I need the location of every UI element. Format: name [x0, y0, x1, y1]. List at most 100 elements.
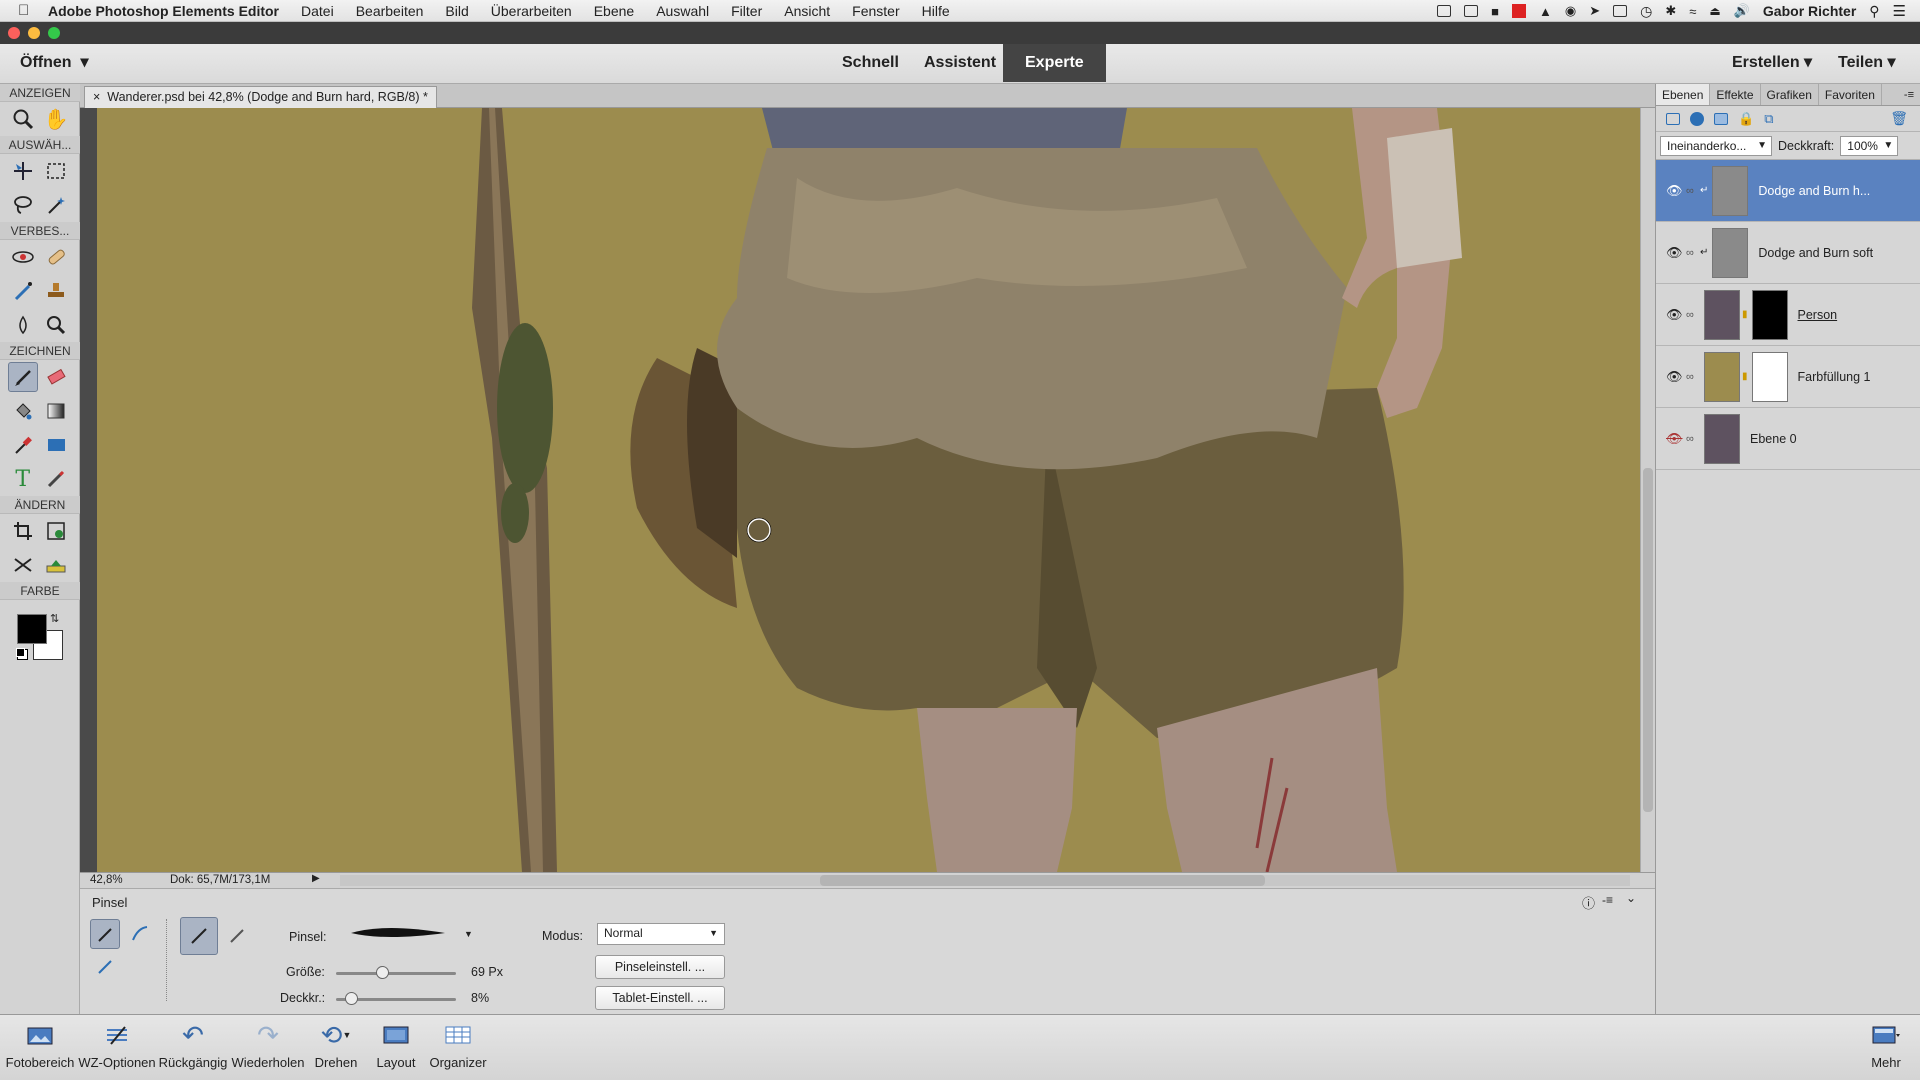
- image-canvas[interactable]: [97, 108, 1640, 872]
- shape-tool-icon[interactable]: [41, 430, 71, 460]
- link-icon[interactable]: ∞: [1686, 309, 1700, 321]
- smart-brush-tool-icon[interactable]: [8, 276, 38, 306]
- status-icon[interactable]: [1437, 5, 1452, 17]
- bluetooth-icon[interactable]: ✱: [1665, 3, 1676, 19]
- organizer-button[interactable]: Organizer: [426, 1015, 490, 1080]
- airbrush-off-icon[interactable]: [180, 917, 218, 955]
- menu-fenster[interactable]: Fenster: [852, 3, 899, 19]
- link-icon[interactable]: ∞: [1686, 371, 1700, 383]
- move-tool-icon[interactable]: [8, 156, 38, 186]
- default-colors-icon[interactable]: [16, 648, 25, 657]
- menu-filter[interactable]: Filter: [731, 3, 762, 19]
- canvas-vertical-scrollbar[interactable]: [1640, 108, 1655, 872]
- marquee-tool-icon[interactable]: [41, 156, 71, 186]
- pencil-tool-icon[interactable]: [41, 464, 71, 494]
- type-tool-icon[interactable]: T: [8, 464, 38, 494]
- visibility-eye-icon[interactable]: 👁: [1666, 369, 1686, 385]
- notification-center-icon[interactable]: ☰: [1893, 2, 1906, 20]
- new-layer-icon[interactable]: [1666, 112, 1680, 125]
- vertical-scroll-thumb[interactable]: [1643, 468, 1653, 812]
- new-adjustment-layer-icon[interactable]: [1690, 111, 1704, 126]
- lasso-tool-icon[interactable]: [8, 190, 38, 220]
- visibility-eye-icon[interactable]: 👁: [1666, 307, 1686, 323]
- menu-ueberarbeiten[interactable]: Überarbeiten: [491, 3, 572, 19]
- brush-settings-button[interactable]: Pinseleinstell. ...: [595, 955, 725, 979]
- recompose-tool-icon[interactable]: [41, 516, 71, 546]
- zoom-tool-icon[interactable]: [8, 104, 38, 134]
- share-menu-button[interactable]: Teilen ▾: [1838, 44, 1896, 82]
- eraser-tool-icon[interactable]: [41, 362, 71, 392]
- content-aware-move-tool-icon[interactable]: [8, 550, 38, 580]
- link-icon[interactable]: ∞: [1686, 247, 1700, 259]
- photo-bin-button[interactable]: Fotobereich: [4, 1015, 76, 1080]
- user-name[interactable]: Gabor Richter: [1763, 3, 1856, 19]
- lock-icon[interactable]: 🔒: [1738, 111, 1754, 127]
- menu-ansicht[interactable]: Ansicht: [784, 3, 830, 19]
- delete-layer-icon[interactable]: 🗑: [1890, 110, 1908, 127]
- rotate-button[interactable]: ⟲ ▼ Drehen: [306, 1015, 366, 1080]
- airbrush-icon[interactable]: [222, 921, 252, 951]
- add-mask-icon[interactable]: [1714, 112, 1728, 125]
- app-menu[interactable]: Adobe Photoshop Elements Editor: [48, 3, 279, 19]
- mode-assistent[interactable]: Assistent: [924, 44, 996, 82]
- blend-mode-dropdown[interactable]: Ineinanderko... ▼: [1660, 135, 1772, 156]
- mode-experte[interactable]: Experte: [1003, 44, 1106, 82]
- layer-row[interactable]: 👁 ∞ ▮ Farbfüllung 1: [1656, 346, 1920, 408]
- more-button[interactable]: Mehr: [1858, 1015, 1914, 1080]
- brush-preset-picker[interactable]: [345, 921, 455, 945]
- visibility-eye-icon[interactable]: 👁: [1666, 245, 1686, 261]
- zoom-level[interactable]: 42,8%: [90, 874, 123, 886]
- wifi-icon[interactable]: ≈: [1689, 4, 1696, 19]
- zoom-window-button[interactable]: [48, 27, 60, 39]
- impressionist-brush-icon[interactable]: [125, 919, 155, 949]
- eject-icon[interactable]: ⏏: [1709, 4, 1720, 18]
- menu-datei[interactable]: Datei: [301, 3, 334, 19]
- close-window-button[interactable]: [8, 27, 20, 39]
- tablet-settings-button[interactable]: Tablet-Einstell. ...: [595, 986, 725, 1010]
- hand-tool-icon[interactable]: ✋: [41, 104, 71, 134]
- tool-options-button[interactable]: WZ-Optionen: [76, 1015, 158, 1080]
- horizontal-scroll-thumb[interactable]: [820, 875, 1265, 886]
- layer-row[interactable]: 👁 ∞ ↵ Dodge and Burn soft: [1656, 222, 1920, 284]
- foreground-color-swatch[interactable]: [17, 614, 47, 644]
- collapse-options-icon[interactable]: ⌄: [1626, 891, 1636, 905]
- document-tab[interactable]: × Wanderer.psd bei 42,8% (Dodge and Burn…: [84, 86, 437, 108]
- menu-ebene[interactable]: Ebene: [594, 3, 634, 19]
- options-menu-icon[interactable]: -≡: [1602, 893, 1613, 907]
- status-icon[interactable]: ▲: [1539, 4, 1552, 19]
- swap-colors-icon[interactable]: ⇅: [50, 612, 59, 625]
- brush-mode-icon[interactable]: [90, 919, 120, 949]
- mode-dropdown[interactable]: Normal ▼: [597, 923, 725, 945]
- status-icon[interactable]: ◉: [1565, 3, 1576, 19]
- status-icon[interactable]: ➤: [1589, 3, 1600, 19]
- status-menu-arrow-icon[interactable]: ▶: [312, 873, 320, 884]
- apple-icon[interactable]: : [18, 2, 40, 19]
- link-icon[interactable]: ∞: [1686, 185, 1700, 197]
- spotlight-icon[interactable]: ⚲: [1869, 3, 1879, 20]
- close-document-icon[interactable]: ×: [93, 90, 100, 104]
- magic-wand-tool-icon[interactable]: [41, 190, 71, 220]
- gradient-tool-icon[interactable]: [41, 396, 71, 426]
- opacity-field[interactable]: 100% ▼: [1840, 135, 1899, 156]
- red-eye-tool-icon[interactable]: [8, 242, 38, 272]
- link-icon[interactable]: ∞: [1686, 433, 1700, 445]
- minimize-window-button[interactable]: [28, 27, 40, 39]
- tab-grafiken[interactable]: Grafiken: [1761, 84, 1819, 105]
- status-icon[interactable]: [1512, 4, 1526, 18]
- tab-favoriten[interactable]: Favoriten: [1819, 84, 1882, 105]
- layer-row[interactable]: 👁 ∞ ▮ Person: [1656, 284, 1920, 346]
- status-icon[interactable]: [1613, 5, 1628, 17]
- brush-tool-icon[interactable]: [7, 362, 38, 392]
- menu-bild[interactable]: Bild: [445, 3, 468, 19]
- canvas-horizontal-scrollbar[interactable]: [340, 875, 1630, 886]
- blur-tool-icon[interactable]: [8, 310, 38, 340]
- status-icon[interactable]: [1464, 5, 1479, 17]
- help-icon[interactable]: ⓘ: [1582, 893, 1595, 912]
- eyedropper-tool-icon[interactable]: [8, 430, 38, 460]
- sponge-tool-icon[interactable]: [41, 310, 71, 340]
- panel-menu-icon[interactable]: -≡: [1904, 84, 1914, 105]
- size-slider[interactable]: [336, 972, 456, 975]
- clock-icon[interactable]: ◷: [1640, 3, 1652, 20]
- hidden-eye-icon[interactable]: 👁: [1666, 431, 1686, 447]
- open-button[interactable]: Öffnen ▾: [20, 44, 88, 82]
